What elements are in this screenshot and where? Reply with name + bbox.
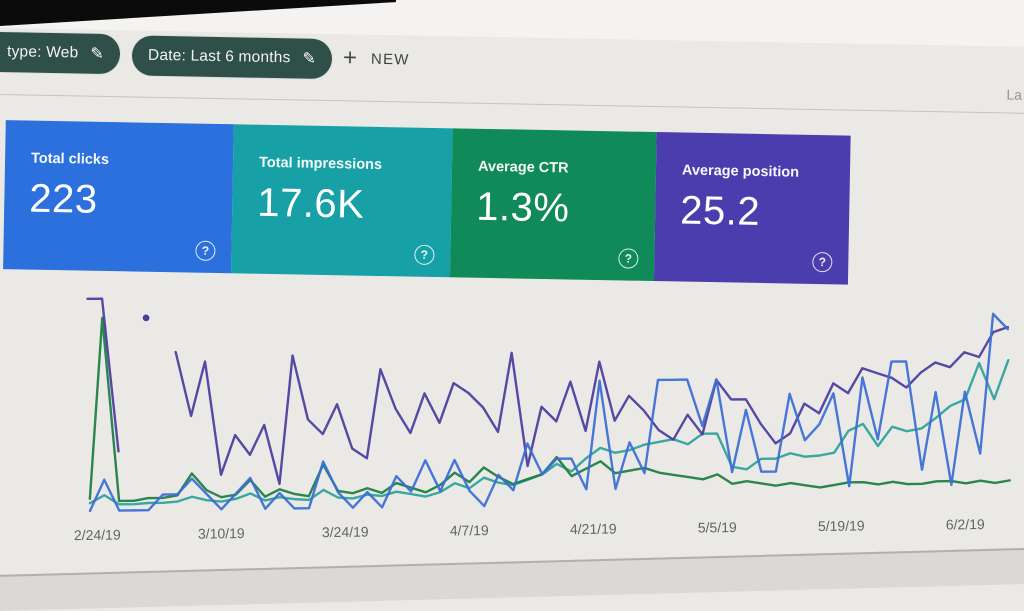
- x-axis-label: 5/19/19: [796, 517, 886, 534]
- x-axis-label: 3/24/19: [300, 523, 390, 540]
- series-line-total-clicks-per-day-: [88, 314, 1010, 511]
- series-line-average-ctr-per-day-: [88, 307, 1010, 502]
- x-axis-label: 4/7/19: [424, 522, 514, 539]
- x-axis-label: 6/2/19: [920, 516, 1010, 533]
- series-line-total-impressions-per-day-: [88, 360, 1010, 505]
- x-axis: 2/24/19 3/10/19 3/24/19 4/7/19 4/21/19 5/5/19…: [2, 515, 1024, 548]
- series-line-average-position-per-day-: [87, 298, 118, 451]
- line-gap-point: [143, 314, 150, 321]
- chart-section: 2/24/19 3/10/19 3/24/19 4/7/19 4/21/19 5/5/19…: [0, 0, 1024, 576]
- x-axis-label: 2/24/19: [52, 526, 142, 543]
- performance-line-chart: [0, 0, 1024, 576]
- search-console-performance-page: type: Web ✎ Date: Last 6 months ✎ + NEW …: [0, 0, 1024, 576]
- series-line-average-position-per-day-: [176, 327, 1010, 485]
- x-axis-label: 5/5/19: [672, 519, 762, 536]
- x-axis-label: 4/21/19: [548, 520, 638, 537]
- x-axis-label: 3/10/19: [176, 525, 266, 542]
